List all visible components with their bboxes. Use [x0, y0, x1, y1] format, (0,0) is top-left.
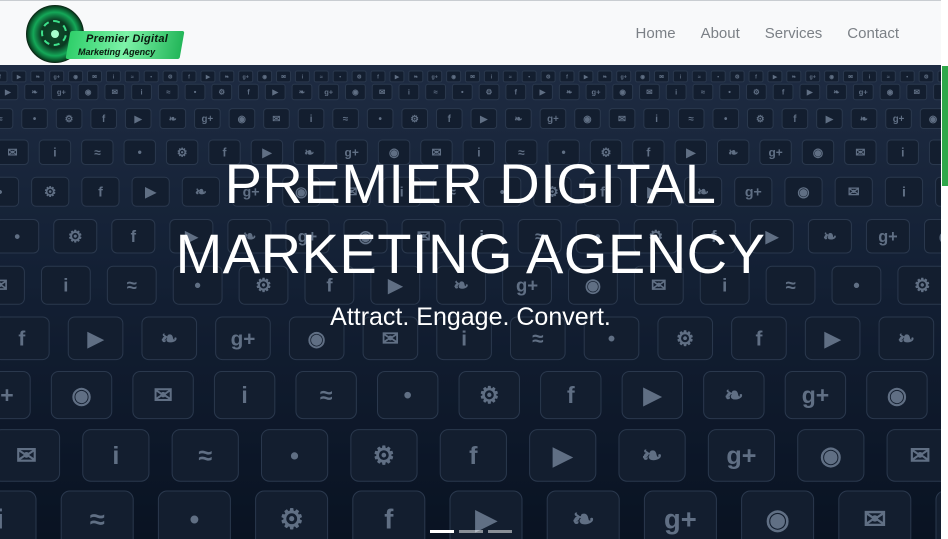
nav-menu: Home About Services Contact [636, 1, 899, 66]
logo-text-line1: Premier Digital [86, 33, 169, 45]
nav-link-services[interactable]: Services [765, 25, 823, 42]
nav-link-contact[interactable]: Contact [847, 25, 899, 42]
hero-title: PREMIER DIGITAL MARKETING AGENCY [0, 149, 941, 289]
carousel-indicator-2[interactable] [459, 530, 483, 533]
hero-tagline: Attract. Engage. Convert. [330, 303, 611, 331]
hero-carousel: f▶❧g+◉✉i≈•⚙f▶❧g+◉✉i≈•⚙f▶❧g+◉✉i≈•⚙f▶❧g+◉✉… [0, 65, 941, 539]
carousel-indicator-1[interactable] [430, 530, 454, 533]
hero-title-line1: PREMIER DIGITAL [224, 152, 717, 215]
hero-overlay [0, 65, 941, 539]
nav-link-home[interactable]: Home [636, 25, 676, 42]
logo-text-line2: Marketing Agency [78, 47, 156, 57]
carousel-indicators [430, 530, 512, 533]
navbar: Premier Digital Marketing Agency Home Ab… [0, 0, 941, 65]
nav-link-about[interactable]: About [701, 25, 740, 42]
hero-title-line2: MARKETING AGENCY [175, 222, 766, 285]
scrollbar[interactable] [941, 0, 948, 539]
carousel-indicator-3[interactable] [488, 530, 512, 533]
brand-logo[interactable]: Premier Digital Marketing Agency [26, 5, 185, 63]
scrollbar-thumb[interactable] [942, 66, 948, 186]
